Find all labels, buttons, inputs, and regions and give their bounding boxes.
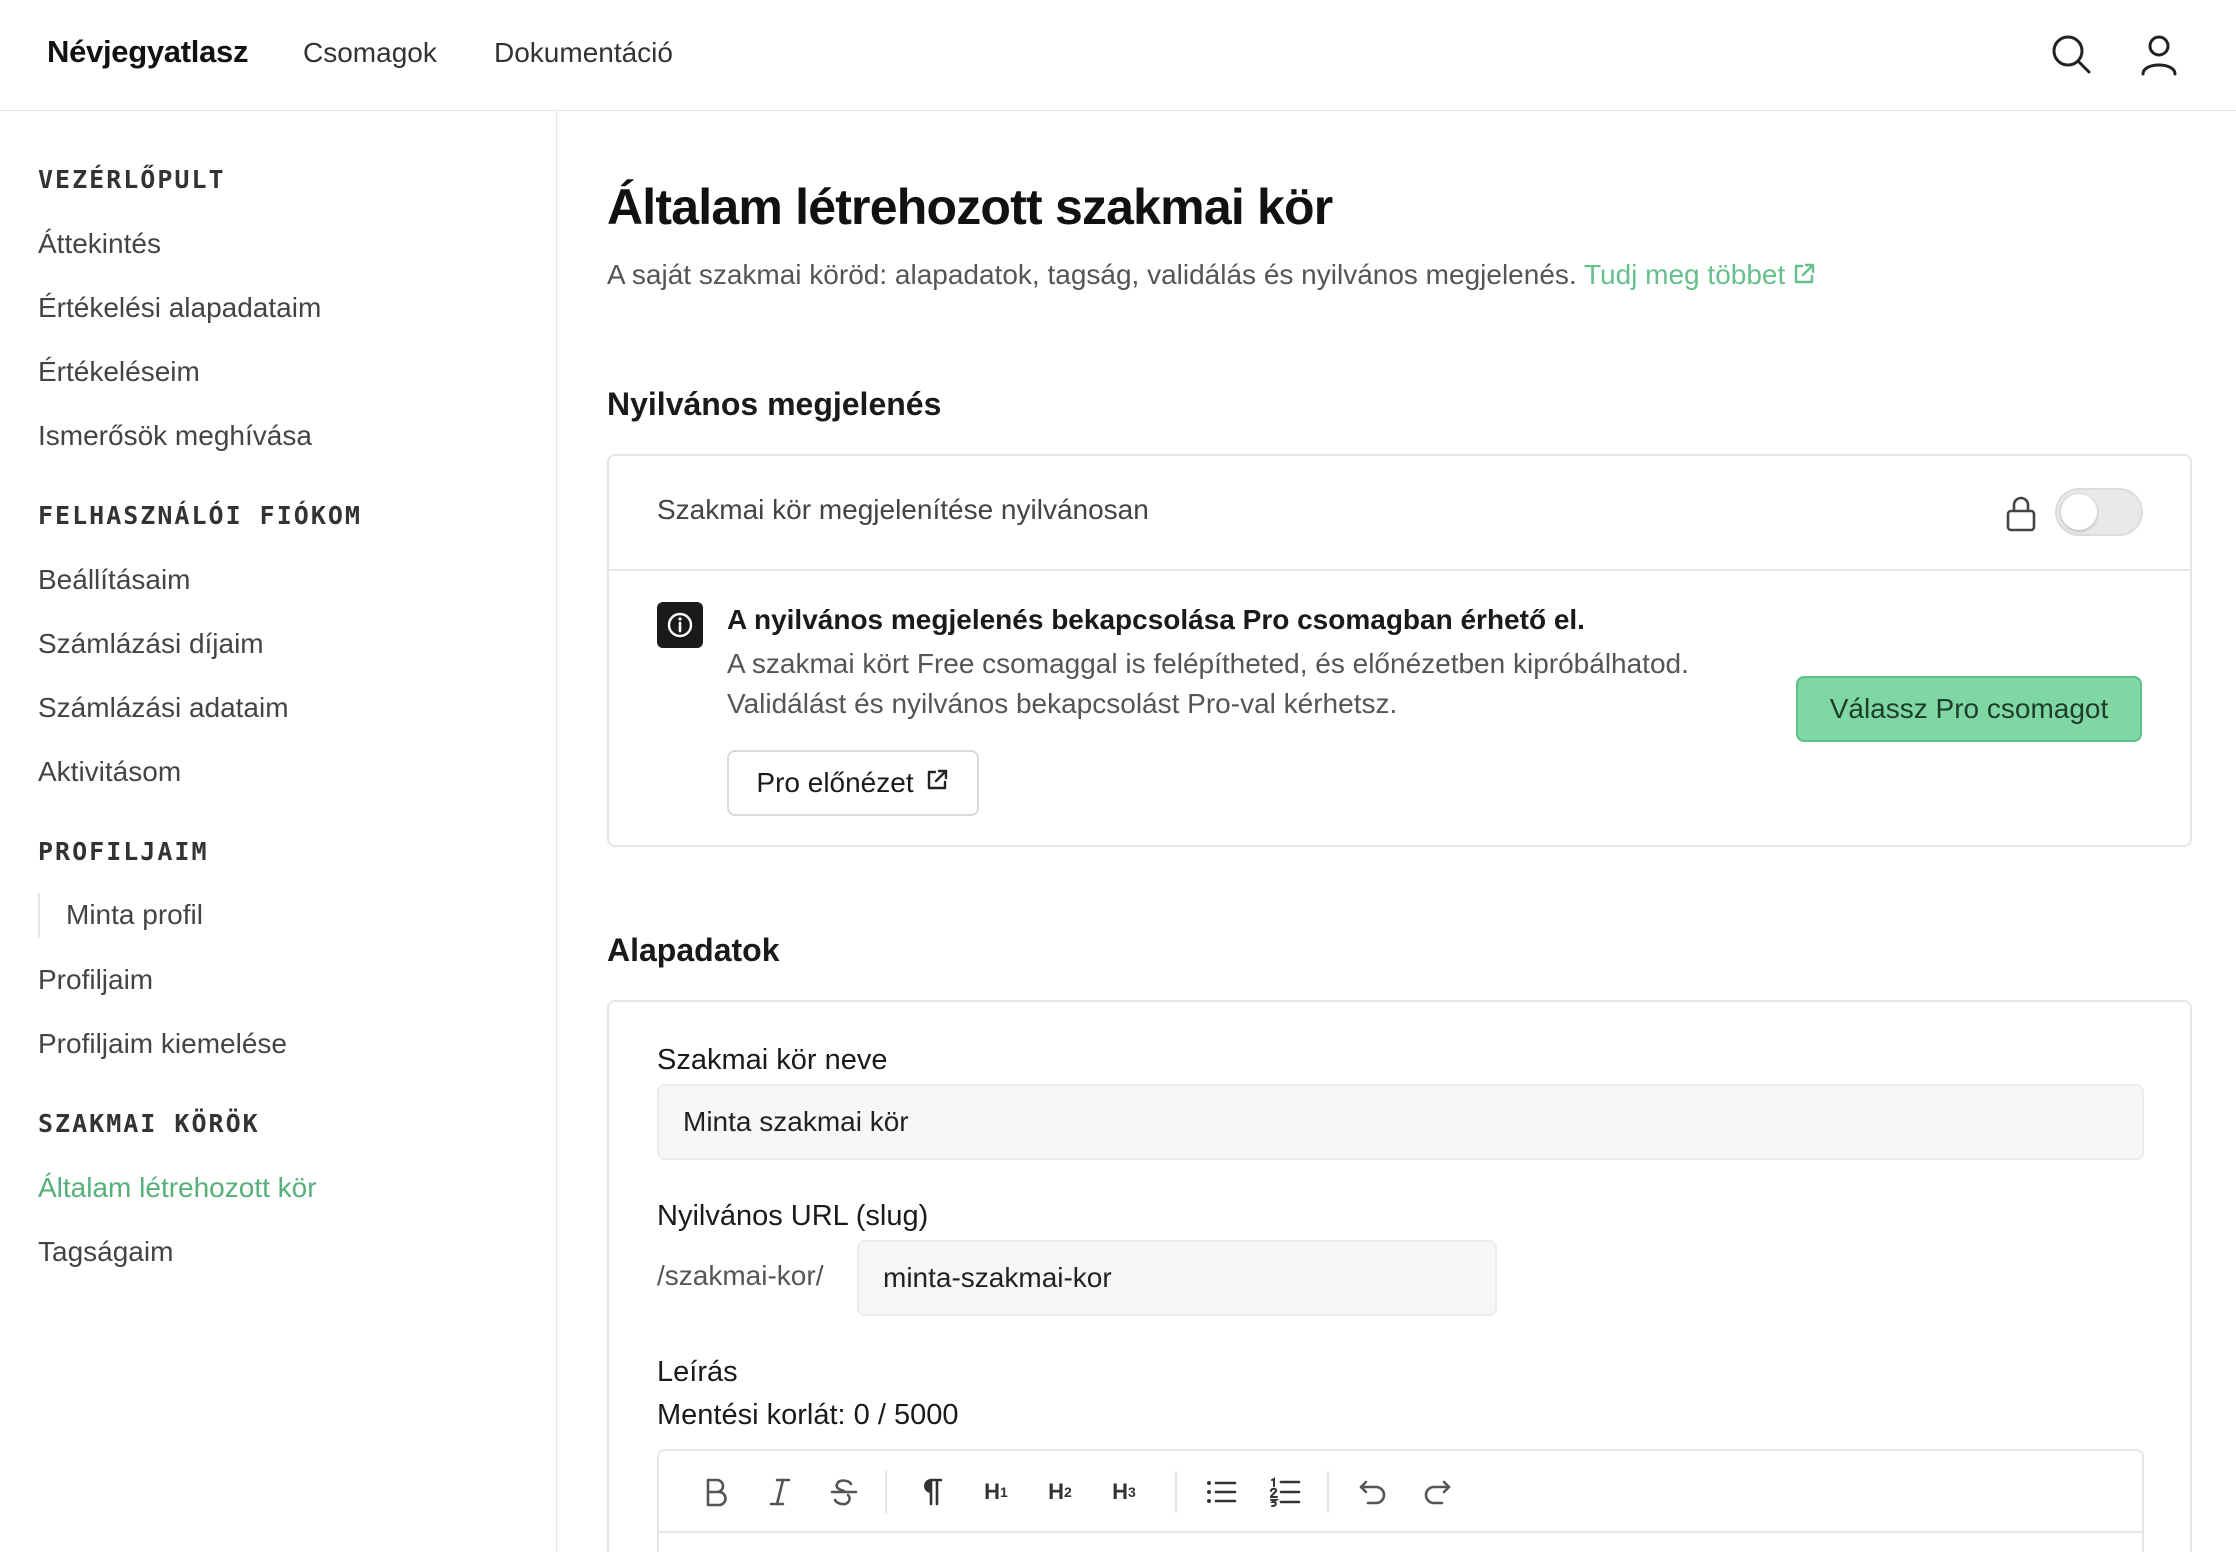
public-visibility-toggle[interactable] bbox=[2055, 488, 2143, 536]
undo-icon[interactable] bbox=[1352, 1471, 1394, 1513]
heading-1-icon[interactable]: H1 bbox=[975, 1471, 1017, 1513]
sidebar-item-beallitasaim[interactable]: Beállításaim bbox=[38, 564, 191, 596]
heading-2-letter: H bbox=[1048, 1479, 1065, 1504]
save-limit: Mentési korlát: 0 / 5000 bbox=[657, 1399, 958, 1432]
top-navigation-bar: Névjegyatlasz Csomagok Dokumentáció bbox=[0, 0, 2236, 111]
sidebar-subitem-minta-profil[interactable]: Minta profil bbox=[38, 893, 203, 937]
bold-icon[interactable] bbox=[695, 1471, 737, 1513]
page-title: Általam létrehozott szakmai kör bbox=[607, 179, 1333, 235]
paragraph-icon[interactable] bbox=[911, 1471, 953, 1513]
pro-info-text-line2: Validálást és nyilvános bekapcsolást Pro… bbox=[727, 688, 1398, 719]
toolbar-separator bbox=[1327, 1471, 1329, 1513]
sidebar-item-szamlazasi-dijaim[interactable]: Számlázási díjaim bbox=[38, 628, 264, 660]
sidebar-item-altalam-letrehozott-kor[interactable]: Általam létrehozott kör bbox=[38, 1172, 317, 1204]
numbered-list-icon[interactable] bbox=[1264, 1471, 1306, 1513]
learn-more-label: Tudj meg többet bbox=[1583, 259, 1786, 290]
pro-preview-button[interactable]: Pro előnézet bbox=[727, 750, 979, 816]
heading-3-letter: H bbox=[1112, 1479, 1129, 1504]
brand-logo[interactable]: Névjegyatlasz bbox=[47, 34, 248, 70]
page-description: A saját szakmai köröd: alapadatok, tagsá… bbox=[607, 259, 1817, 294]
name-input[interactable] bbox=[657, 1084, 2144, 1160]
slug-prefix: /szakmai-kor/ bbox=[657, 1260, 824, 1291]
page-description-text: A saját szakmai köröd: alapadatok, tagsá… bbox=[607, 259, 1577, 290]
basic-data-card: Szakmai kör neve Nyilvános URL (slug) /s… bbox=[607, 1000, 2192, 1552]
save-limit-value: 0 / 5000 bbox=[853, 1399, 959, 1431]
sidebar: VEZÉRLŐPULT Áttekintés Értékelési alapad… bbox=[0, 111, 557, 1552]
editor-toolbar: H1 H2 H3 bbox=[659, 1451, 2142, 1533]
strikethrough-icon[interactable] bbox=[823, 1471, 865, 1513]
slug-field-label: Nyilvános URL (slug) bbox=[657, 1200, 929, 1232]
external-link-icon bbox=[924, 767, 950, 800]
name-field-label: Szakmai kör neve bbox=[657, 1044, 888, 1076]
sidebar-item-aktivitasom[interactable]: Aktivitásom bbox=[38, 756, 181, 788]
lock-icon bbox=[2004, 494, 2038, 539]
public-toggle-label: Szakmai kör megjelenítése nyilvánosan bbox=[657, 494, 1149, 525]
external-link-icon bbox=[1791, 261, 1817, 294]
pro-preview-label: Pro előnézet bbox=[756, 767, 914, 798]
sidebar-heading-vezerlopult: VEZÉRLŐPULT bbox=[38, 165, 226, 194]
info-icon bbox=[657, 602, 703, 648]
toolbar-separator bbox=[1175, 1471, 1177, 1513]
save-limit-label: Mentési korlát: bbox=[657, 1399, 846, 1431]
nav-link-csomagok[interactable]: Csomagok bbox=[303, 37, 437, 69]
section-title-public: Nyilvános megjelenés bbox=[607, 386, 942, 422]
sidebar-item-ertekeleseim[interactable]: Értékeléseim bbox=[38, 356, 200, 388]
search-icon[interactable] bbox=[2049, 32, 2093, 76]
italic-icon[interactable] bbox=[759, 1471, 801, 1513]
section-title-basic: Alapadatok bbox=[607, 932, 780, 968]
sidebar-item-ismerosok-meghivasa[interactable]: Ismerősök meghívása bbox=[38, 420, 312, 452]
heading-3-icon[interactable]: H3 bbox=[1103, 1471, 1145, 1513]
pro-info-title: A nyilvános megjelenés bekapcsolása Pro … bbox=[727, 604, 1585, 635]
sidebar-heading-felhasznaloi-fiokom: FELHASZNÁLÓI FIÓKOM bbox=[38, 501, 362, 530]
toggle-knob bbox=[2061, 494, 2097, 530]
slug-input[interactable] bbox=[857, 1240, 1497, 1316]
public-toggle-row: Szakmai kör megjelenítése nyilvánosan bbox=[609, 456, 2190, 571]
sidebar-item-tagsagaim[interactable]: Tagságaim bbox=[38, 1236, 173, 1268]
bullet-list-icon[interactable] bbox=[1200, 1471, 1242, 1513]
heading-2-icon[interactable]: H2 bbox=[1039, 1471, 1081, 1513]
pro-info-text-line1: A szakmai kört Free csomaggal is felépít… bbox=[727, 648, 1689, 679]
heading-1-letter: H bbox=[984, 1479, 1001, 1504]
user-icon[interactable] bbox=[2137, 32, 2181, 76]
description-field-label: Leírás bbox=[657, 1356, 738, 1388]
sidebar-item-szamlazasi-adataim[interactable]: Számlázási adataim bbox=[38, 692, 289, 724]
sidebar-item-profiljaim[interactable]: Profiljaim bbox=[38, 964, 153, 996]
sidebar-heading-profiljaim: PROFILJAIM bbox=[38, 837, 209, 866]
sidebar-item-profiljaim-kiemelese[interactable]: Profiljaim kiemelése bbox=[38, 1028, 287, 1060]
heading-3-level: 3 bbox=[1128, 1484, 1136, 1500]
sidebar-item-attekintes[interactable]: Áttekintés bbox=[38, 228, 161, 260]
sidebar-heading-szakmai-korok: SZAKMAI KÖRÖK bbox=[38, 1109, 260, 1138]
choose-pro-button[interactable]: Válassz Pro csomagot bbox=[1796, 676, 2142, 742]
heading-1-level: 1 bbox=[1000, 1484, 1008, 1500]
nav-link-dokumentacio[interactable]: Dokumentáció bbox=[494, 37, 673, 69]
redo-icon[interactable] bbox=[1416, 1471, 1458, 1513]
learn-more-link[interactable]: Tudj meg többet bbox=[1584, 259, 1817, 290]
description-editor: H1 H2 H3 bbox=[657, 1449, 2144, 1552]
sidebar-item-ertekelesi-alapadataim[interactable]: Értékelési alapadataim bbox=[38, 292, 321, 324]
heading-2-level: 2 bbox=[1064, 1484, 1072, 1500]
public-visibility-card: Szakmai kör megjelenítése nyilvánosan A … bbox=[607, 454, 2192, 847]
toolbar-separator bbox=[885, 1471, 887, 1513]
